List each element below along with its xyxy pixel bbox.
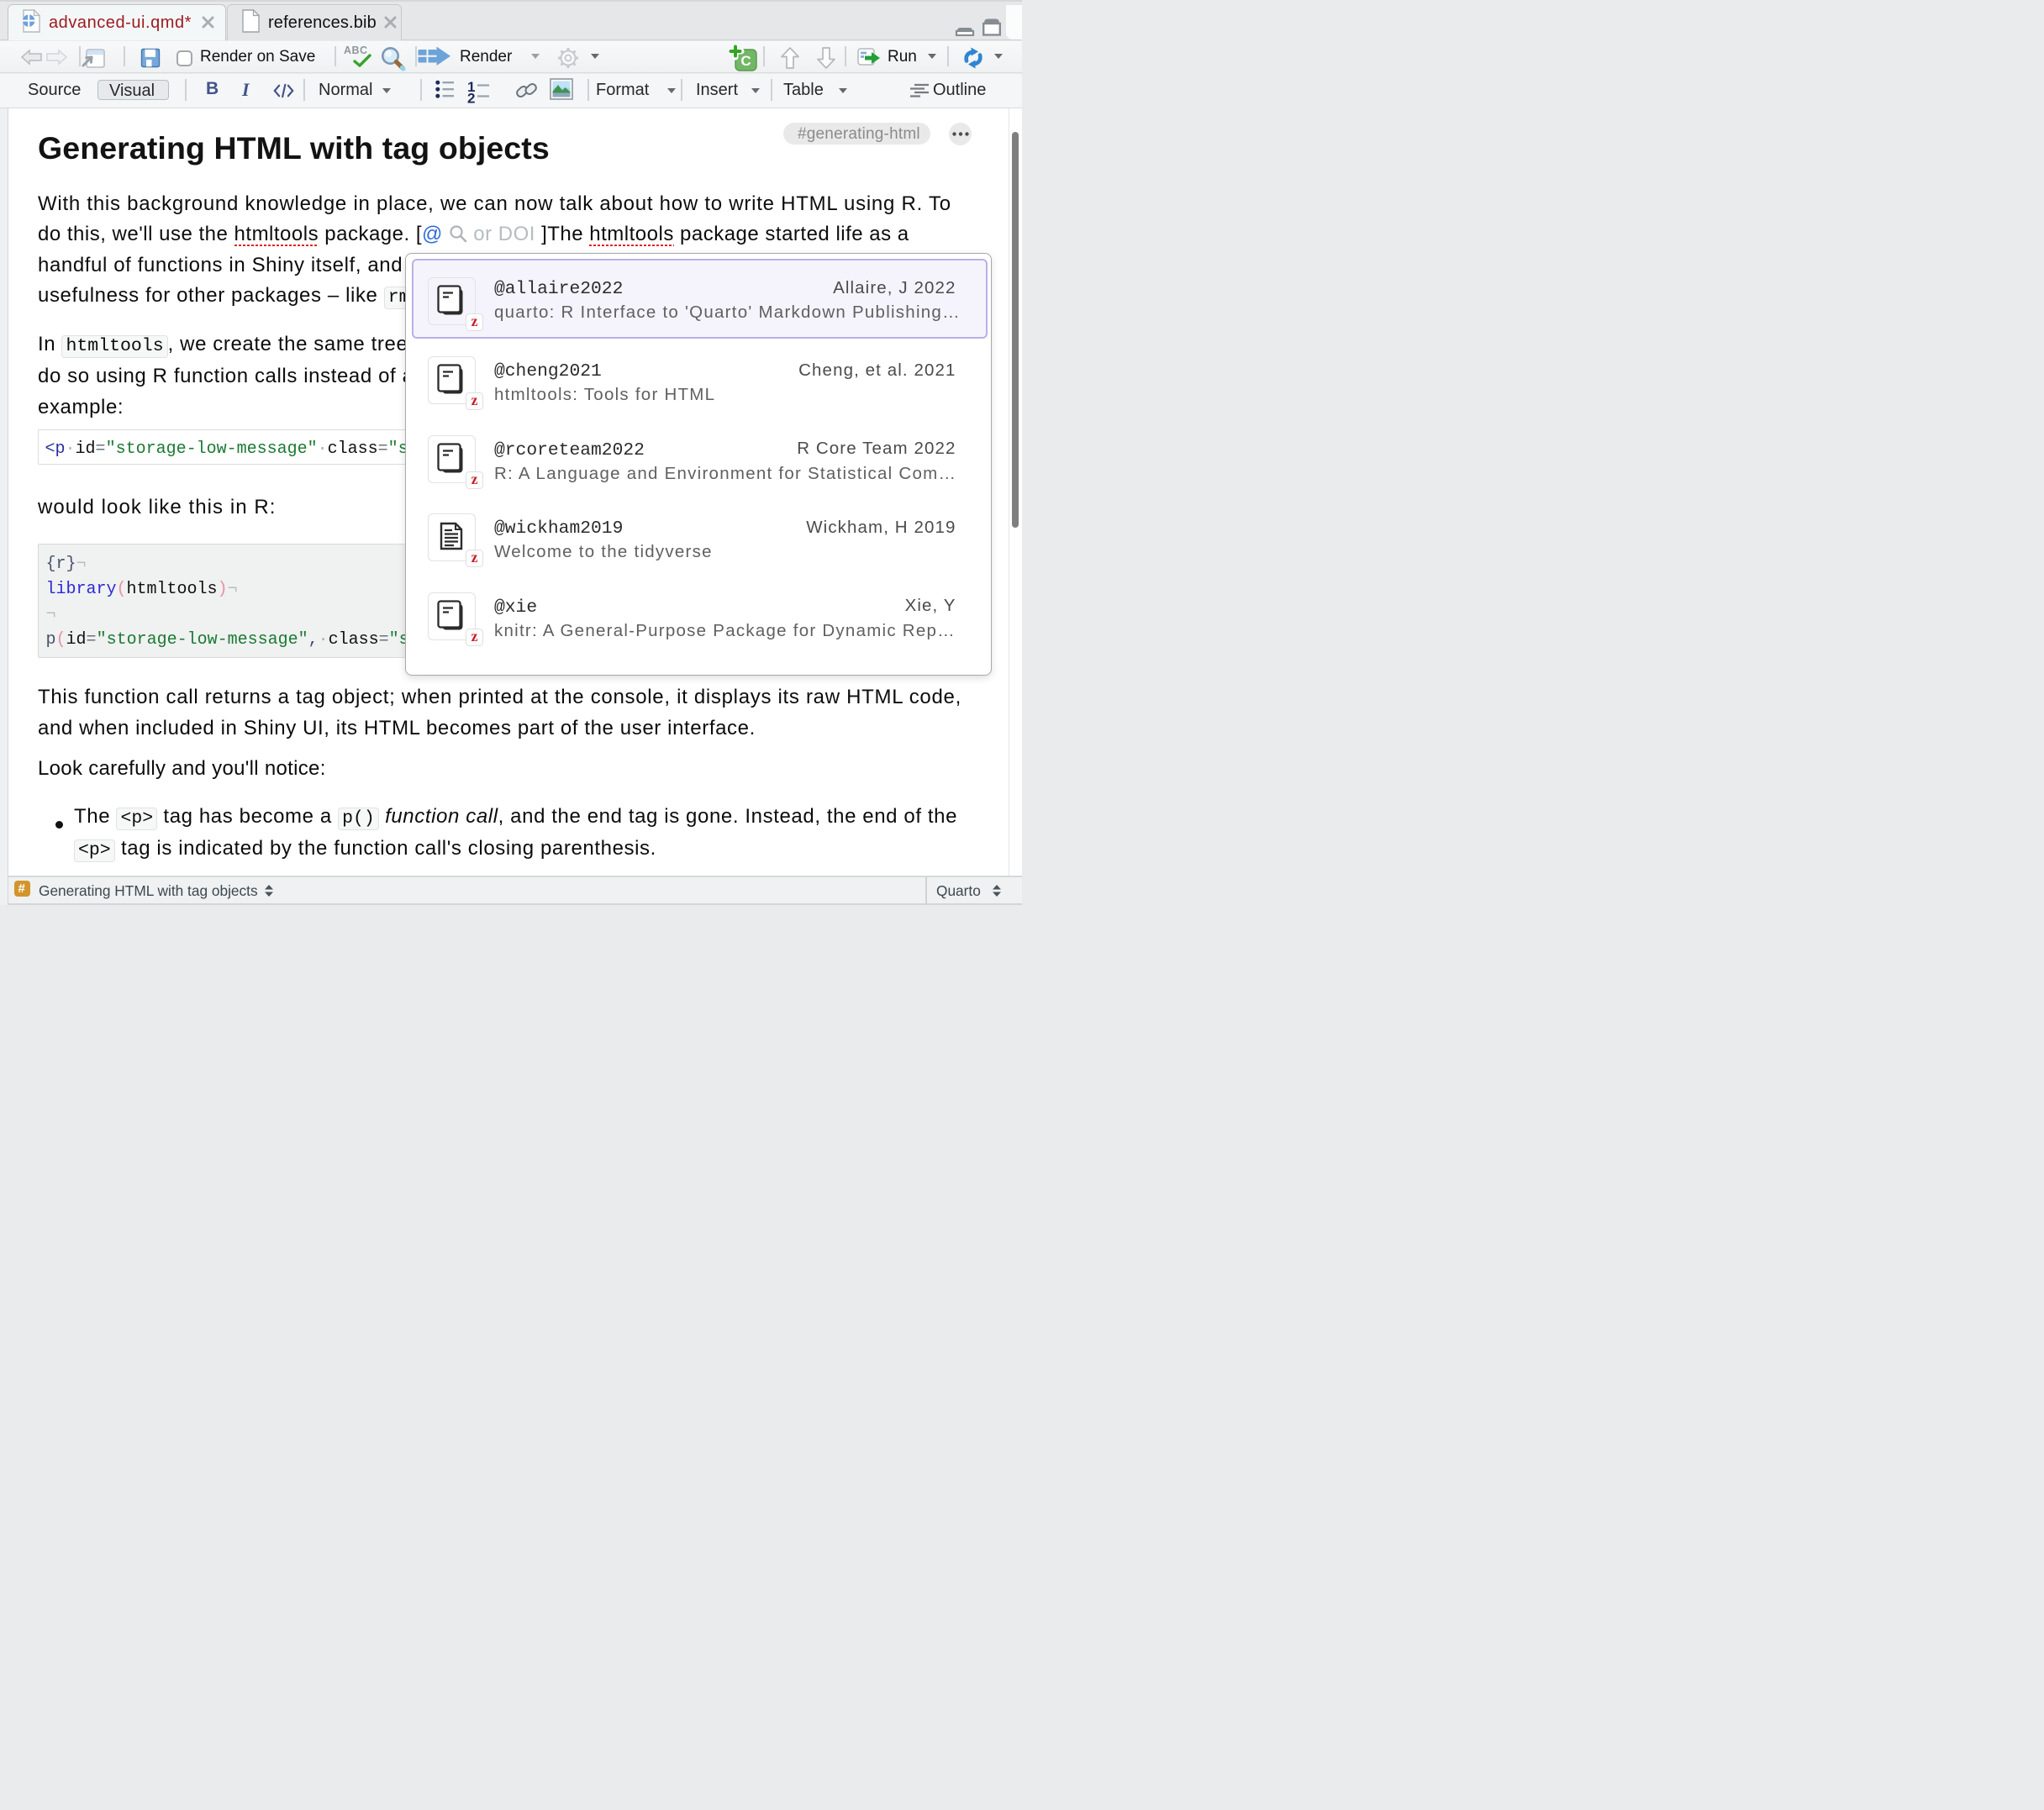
svg-text:C: C <box>740 53 751 69</box>
svg-text:2: 2 <box>467 91 475 105</box>
